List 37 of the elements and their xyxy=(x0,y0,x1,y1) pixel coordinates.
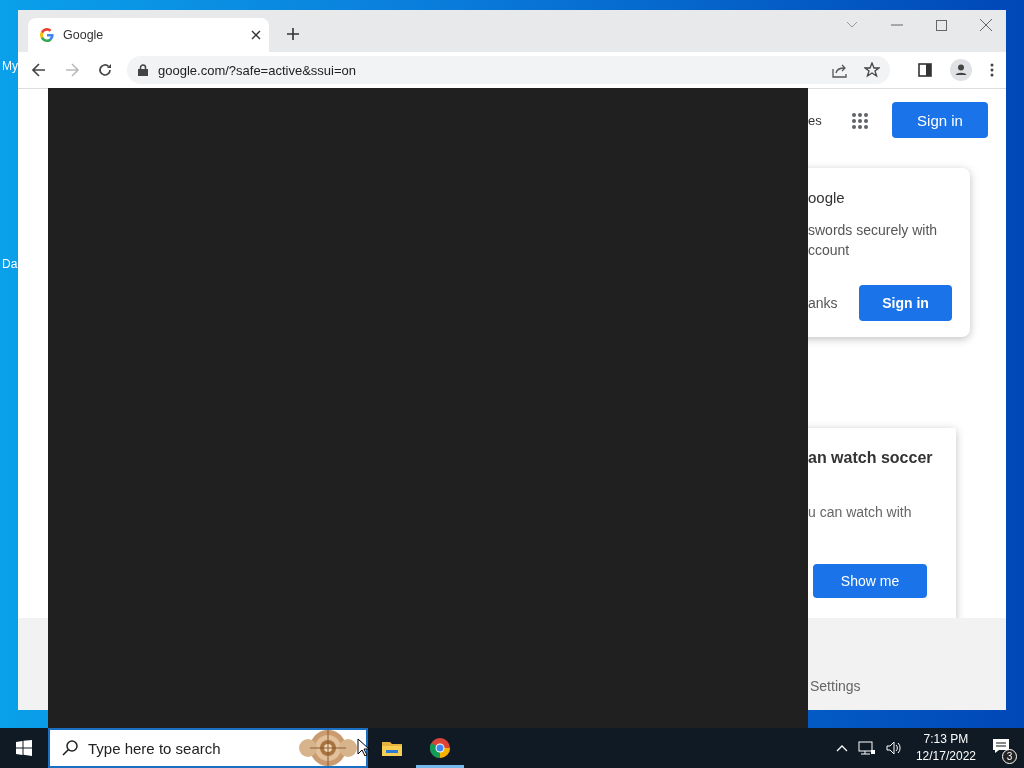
side-panel-icon[interactable] xyxy=(918,63,932,77)
lock-icon xyxy=(138,64,148,76)
card-text: swords securely with ccount xyxy=(808,221,938,260)
notification-count-badge: 3 xyxy=(1002,749,1017,764)
card-title: an watch soccer xyxy=(808,449,933,467)
share-icon[interactable] xyxy=(832,62,848,78)
browser-tab[interactable]: Google xyxy=(28,18,269,52)
volume-icon[interactable] xyxy=(885,741,902,755)
show-me-button[interactable]: Show me xyxy=(813,564,927,598)
back-arrow-icon[interactable] xyxy=(32,63,46,77)
chrome-logo-icon xyxy=(430,738,450,758)
notification-icon[interactable] xyxy=(992,738,1010,754)
address-bar[interactable]: google.com/?safe=active&ssui=on xyxy=(127,56,890,84)
card-title: oogle xyxy=(808,189,845,206)
windows-logo-icon[interactable] xyxy=(16,740,32,756)
chevron-up-icon[interactable] xyxy=(835,744,848,752)
tab-title: Google xyxy=(63,28,105,42)
footer-link[interactable]: Settings xyxy=(810,678,861,694)
close-icon[interactable] xyxy=(251,30,261,40)
maximize-icon[interactable] xyxy=(936,19,947,31)
plus-icon[interactable] xyxy=(286,27,300,41)
card-text: u can watch with xyxy=(808,504,912,520)
clock-date[interactable]: 12/17/2022 xyxy=(915,748,976,765)
no-thanks-link[interactable]: anks xyxy=(808,295,838,311)
star-icon[interactable] xyxy=(864,62,880,78)
sign-in-button[interactable]: Sign in xyxy=(892,102,988,138)
network-icon[interactable] xyxy=(857,741,876,755)
clock-time[interactable]: 7:13 PM xyxy=(915,731,976,748)
profile-avatar-icon[interactable] xyxy=(950,59,972,81)
mouse-pointer-icon xyxy=(357,738,369,756)
apps-grid-icon[interactable] xyxy=(852,113,868,129)
menu-icon[interactable] xyxy=(990,63,994,77)
header-link[interactable]: es xyxy=(808,113,822,128)
url-text: google.com/?safe=active&ssui=on xyxy=(158,62,356,78)
sign-in-button[interactable]: Sign in xyxy=(859,285,952,321)
reload-icon[interactable] xyxy=(98,63,112,77)
google-logo-icon xyxy=(40,28,54,42)
